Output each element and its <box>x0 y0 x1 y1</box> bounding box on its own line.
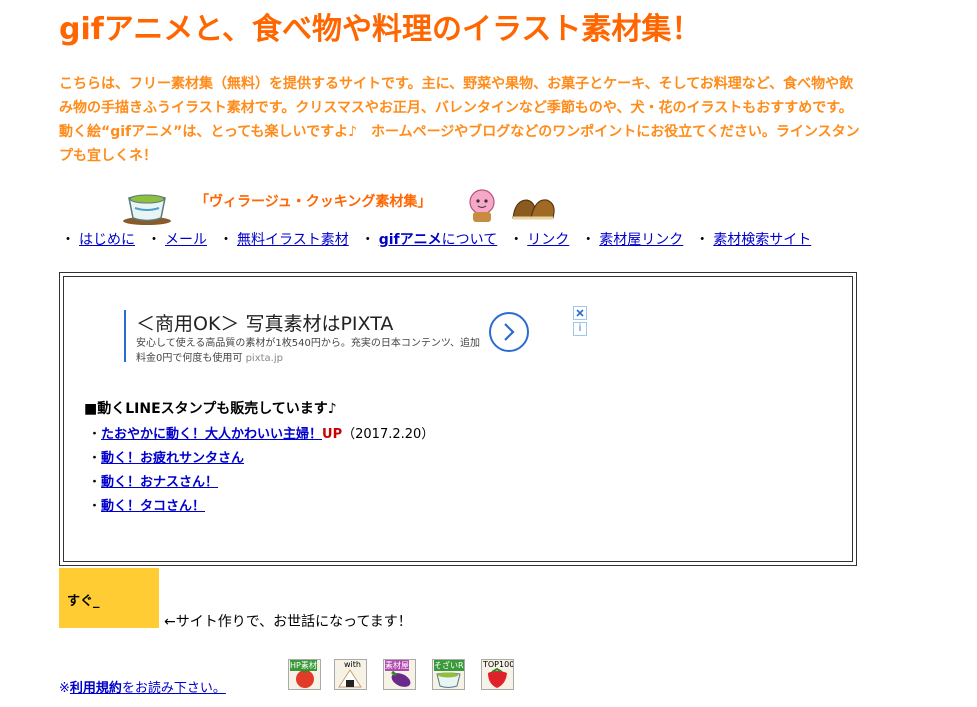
terms-link[interactable]: 利用規約をお読み下さい。 <box>70 681 226 696</box>
nav-link-gif-anime-rest: について <box>441 232 498 248</box>
ad-arrow-button[interactable] <box>489 312 529 352</box>
sugu-text: すぐ_ <box>67 594 100 609</box>
terms-link-bold: 利用規約 <box>69 681 122 696</box>
banner-sozaiya[interactable]: 素材屋 <box>383 659 416 690</box>
nav-link-links[interactable]: リンク <box>527 232 569 248</box>
nav-link-hajimeni[interactable]: はじめに <box>79 232 135 248</box>
close-icon <box>576 309 584 317</box>
nav-bullet: ・ <box>360 232 375 248</box>
list-bullet: ・ <box>88 475 102 490</box>
ad-accent-bar <box>124 310 126 362</box>
chevron-right-icon <box>504 323 515 341</box>
nav-link-free-illust[interactable]: 無料イラスト素材 <box>237 232 349 248</box>
nav-bullet: ・ <box>695 232 710 248</box>
line-stamp-list: ・たおやかに動く！大人かわいい主婦！UP（2017.2.20） ・動く！お疲れサ… <box>88 423 434 519</box>
nav-link-search-sites[interactable]: 素材検索サイト <box>713 232 811 248</box>
line-stamp-heading: ■動くLINEスタンプも販売しています♪ <box>84 401 337 417</box>
ad-desc-text: 安心して使える高品質の素材が1枚540円から。充実の日本コンテンツ、追加料金0円… <box>136 338 481 364</box>
up-badge: UP <box>322 427 343 442</box>
list-bullet: ・ <box>88 451 102 466</box>
list-item: ・たおやかに動く！大人かわいい主婦！UP（2017.2.20） <box>88 423 434 447</box>
sugu-banner[interactable]: すぐ_ <box>59 568 159 628</box>
chestnut-icon <box>512 199 555 220</box>
line-stamp-link-santa[interactable]: 動く！お疲れサンタさん <box>101 451 244 466</box>
thanks-text: ←サイト作りで、お世話になってます！ <box>164 614 412 630</box>
line-stamp-link-octopus[interactable]: 動く！タコさん！ <box>101 499 205 514</box>
update-date: （2017.2.20） <box>342 427 435 442</box>
nav-link-sozai-links[interactable]: 素材屋リンク <box>599 232 683 248</box>
line-stamp-link-housewife[interactable]: たおやかに動く！大人かわいい主婦！ <box>101 427 322 442</box>
nav-bullet: ・ <box>219 232 233 248</box>
page-title: gifアニメと、食べ物や料理のイラスト素材集！ <box>59 12 702 47</box>
terms-link-rest: をお読み下さい。 <box>121 681 226 696</box>
nav-bullet: ・ <box>581 232 596 248</box>
ad-info-button[interactable]: i <box>573 322 587 336</box>
banner-hp-sozai[interactable]: HP素材 <box>288 659 321 690</box>
ad-close-button[interactable] <box>573 306 587 320</box>
ad-title[interactable]: ＜商用OK＞ 写真素材はPIXTA <box>136 309 393 336</box>
terms-prefix: ※ <box>59 681 70 696</box>
list-item: ・動く！おナスさん！ <box>88 471 434 495</box>
village-cooking-title: 「ヴィラージュ・クッキング素材集」 <box>195 194 432 210</box>
pixta-ad[interactable]: ＜商用OK＞ 写真素材はPIXTA 安心して使える高品質の素材が1枚540円から… <box>124 307 534 367</box>
list-item: ・動く！タコさん！ <box>88 495 434 519</box>
content-box-inner: ＜商用OK＞ 写真素材はPIXTA 安心して使える高品質の素材が1枚540円から… <box>63 276 853 562</box>
nav-bullet: ・ <box>509 232 524 248</box>
nav-link-gif-anime-bold: gifアニメ <box>378 232 442 248</box>
main-navigation: ・はじめに・メール・無料イラスト素材・ gifアニメについて・リンク・素材屋リンク… <box>59 228 859 252</box>
nav-bullet: ・ <box>61 232 75 248</box>
banner-with[interactable]: with <box>334 659 367 690</box>
onigiri-icon <box>338 669 362 688</box>
list-bullet: ・ <box>88 427 102 442</box>
banner-sozai-r[interactable]: そざいR <box>432 659 465 690</box>
terms-notice: ※利用規約をお読み下さい。 <box>59 677 226 696</box>
list-item: ・動く！お疲れサンタさん <box>88 447 434 471</box>
tea-bowl-icon <box>436 672 461 688</box>
nav-link-mail[interactable]: メール <box>165 232 207 248</box>
pink-character-icon <box>469 189 495 222</box>
line-stamp-link-eggplant[interactable]: 動く！おナスさん！ <box>101 475 218 490</box>
nav-link-gif-anime[interactable]: gifアニメについて <box>379 232 498 248</box>
eggplant-icon <box>391 670 411 687</box>
intro-text: こちらは、フリー素材集（無料）を提供するサイトです。主に、野菜や果物、お菓子とケ… <box>59 76 860 164</box>
tomato-icon <box>296 669 314 688</box>
content-box: ＜商用OK＞ 写真素材はPIXTA 安心して使える高品質の素材が1枚540円から… <box>59 272 857 566</box>
list-bullet: ・ <box>88 499 102 514</box>
banner-top100[interactable]: TOP100 <box>481 659 514 690</box>
nav-bullet: ・ <box>147 232 161 248</box>
green-tea-cup-icon <box>123 194 171 225</box>
ad-description: 安心して使える高品質の素材が1枚540円から。充実の日本コンテンツ、追加料金0円… <box>136 336 486 366</box>
strawberry-icon <box>488 667 507 688</box>
ad-url: pixta.jp <box>245 353 283 364</box>
